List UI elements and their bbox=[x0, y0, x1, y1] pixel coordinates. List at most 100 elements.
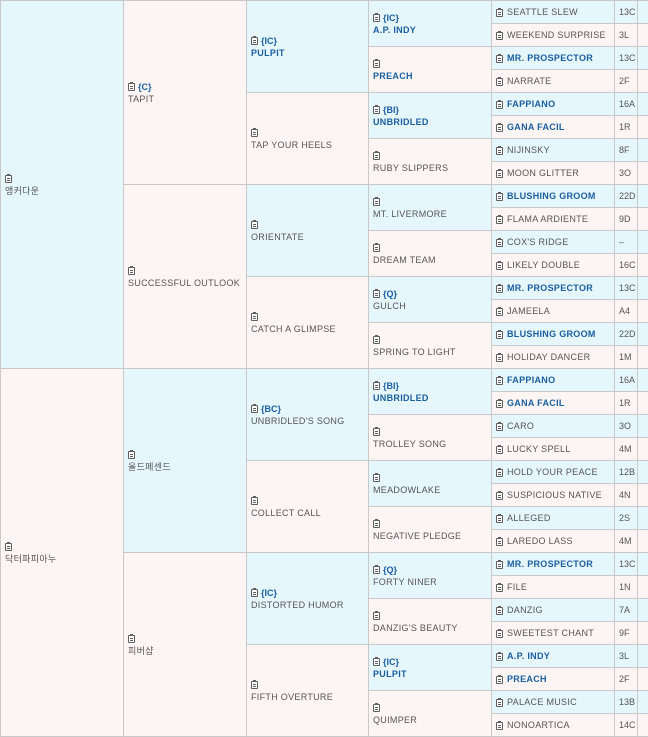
horse-name-link[interactable]: FORTY NINER bbox=[373, 576, 491, 588]
horse-name-link[interactable]: MR. PROSPECTOR bbox=[507, 283, 593, 293]
search-button[interactable] bbox=[638, 507, 648, 530]
horse-name-link[interactable]: TROLLEY SONG bbox=[373, 438, 491, 450]
search-button[interactable] bbox=[638, 668, 648, 691]
horse-name-link[interactable]: PALACE MUSIC bbox=[507, 697, 577, 707]
horse-name-link[interactable]: COX'S RIDGE bbox=[507, 237, 569, 247]
clipboard-icon[interactable] bbox=[251, 37, 258, 45]
horse-name-link[interactable]: LIKELY DOUBLE bbox=[507, 260, 580, 270]
horse-name-link[interactable]: HOLD YOUR PEACE bbox=[507, 467, 598, 477]
clipboard-icon[interactable] bbox=[496, 630, 503, 638]
clipboard-icon[interactable] bbox=[496, 170, 503, 178]
clipboard-icon[interactable] bbox=[373, 60, 380, 68]
search-button[interactable] bbox=[638, 1, 648, 24]
clipboard-icon[interactable] bbox=[496, 32, 503, 40]
search-button[interactable] bbox=[638, 484, 648, 507]
clipboard-icon[interactable] bbox=[496, 469, 503, 477]
clipboard-icon[interactable] bbox=[373, 658, 380, 666]
clipboard-icon[interactable] bbox=[496, 193, 503, 201]
horse-name-link[interactable]: SUCCESSFUL OUTLOOK bbox=[128, 277, 246, 289]
horse-name-link[interactable]: ALLEGED bbox=[507, 513, 551, 523]
search-button[interactable] bbox=[638, 691, 648, 714]
horse-name-link[interactable]: DISTORTED HUMOR bbox=[251, 599, 368, 611]
clipboard-icon[interactable] bbox=[373, 612, 380, 620]
clipboard-icon[interactable] bbox=[496, 538, 503, 546]
clipboard-icon[interactable] bbox=[496, 331, 503, 339]
clipboard-icon[interactable] bbox=[496, 124, 503, 132]
clipboard-icon[interactable] bbox=[373, 474, 380, 482]
horse-name-link[interactable]: DREAM TEAM bbox=[373, 254, 491, 266]
clipboard-icon[interactable] bbox=[128, 83, 135, 91]
clipboard-icon[interactable] bbox=[496, 561, 503, 569]
horse-name-link[interactable]: GULCH bbox=[373, 300, 491, 312]
search-button[interactable] bbox=[638, 553, 648, 576]
clipboard-icon[interactable] bbox=[496, 9, 503, 17]
clipboard-icon[interactable] bbox=[373, 704, 380, 712]
clipboard-icon[interactable] bbox=[496, 653, 503, 661]
clipboard-icon[interactable] bbox=[251, 221, 258, 229]
horse-name-link[interactable]: SPRING TO LIGHT bbox=[373, 346, 491, 358]
horse-name-link[interactable]: LUCKY SPELL bbox=[507, 444, 571, 454]
horse-name-link[interactable]: UNBRIDLED bbox=[373, 116, 491, 128]
search-button[interactable] bbox=[638, 277, 648, 300]
search-button[interactable] bbox=[638, 392, 648, 415]
horse-name-link[interactable]: JAMEELA bbox=[507, 306, 550, 316]
horse-name-link[interactable]: PULPIT bbox=[373, 668, 491, 680]
clipboard-icon[interactable] bbox=[373, 566, 380, 574]
search-button[interactable] bbox=[638, 346, 648, 369]
horse-name-link[interactable]: DANZIG bbox=[507, 605, 543, 615]
horse-name-link[interactable]: MEADOWLAKE bbox=[373, 484, 491, 496]
horse-name-link[interactable]: BLUSHING GROOM bbox=[507, 191, 596, 201]
clipboard-icon[interactable] bbox=[373, 244, 380, 252]
search-button[interactable] bbox=[638, 369, 648, 392]
search-button[interactable] bbox=[638, 185, 648, 208]
clipboard-icon[interactable] bbox=[496, 262, 503, 270]
horse-name-link[interactable]: PREACH bbox=[507, 674, 547, 684]
horse-name-link[interactable]: WEEKEND SURPRISE bbox=[507, 30, 606, 40]
horse-name-link[interactable]: MR. PROSPECTOR bbox=[507, 559, 593, 569]
horse-name-link[interactable]: FILE bbox=[507, 582, 527, 592]
horse-name-link[interactable]: 피버샵 bbox=[128, 645, 246, 657]
horse-name-link[interactable]: DANZIG'S BEAUTY bbox=[373, 622, 491, 634]
horse-name-link[interactable]: BLUSHING GROOM bbox=[507, 329, 596, 339]
clipboard-icon[interactable] bbox=[373, 106, 380, 114]
clipboard-icon[interactable] bbox=[496, 515, 503, 523]
clipboard-icon[interactable] bbox=[128, 451, 135, 459]
clipboard-icon[interactable] bbox=[373, 14, 380, 22]
search-button[interactable] bbox=[638, 323, 648, 346]
clipboard-icon[interactable] bbox=[496, 239, 503, 247]
search-button[interactable] bbox=[638, 599, 648, 622]
horse-name-link[interactable]: PULPIT bbox=[251, 47, 368, 59]
search-button[interactable] bbox=[638, 714, 648, 737]
horse-name-link[interactable]: MR. PROSPECTOR bbox=[507, 53, 593, 63]
search-button[interactable] bbox=[638, 208, 648, 231]
search-button[interactable] bbox=[638, 254, 648, 277]
clipboard-icon[interactable] bbox=[373, 336, 380, 344]
horse-name-link[interactable]: TAP YOUR HEELS bbox=[251, 139, 368, 151]
clipboard-icon[interactable] bbox=[496, 722, 503, 730]
clipboard-icon[interactable] bbox=[373, 198, 380, 206]
horse-name-link[interactable]: SWEETEST CHANT bbox=[507, 628, 594, 638]
search-button[interactable] bbox=[638, 116, 648, 139]
horse-name-link[interactable]: 앵커다운 bbox=[5, 185, 123, 197]
clipboard-icon[interactable] bbox=[496, 492, 503, 500]
clipboard-icon[interactable] bbox=[496, 607, 503, 615]
search-button[interactable] bbox=[638, 231, 648, 254]
horse-name-link[interactable]: SEATTLE SLEW bbox=[507, 7, 578, 17]
clipboard-icon[interactable] bbox=[373, 428, 380, 436]
search-button[interactable] bbox=[638, 47, 648, 70]
clipboard-icon[interactable] bbox=[251, 129, 258, 137]
horse-name-link[interactable]: SUSPICIOUS NATIVE bbox=[507, 490, 602, 500]
search-button[interactable] bbox=[638, 461, 648, 484]
horse-name-link[interactable]: MT. LIVERMORE bbox=[373, 208, 491, 220]
clipboard-icon[interactable] bbox=[251, 405, 258, 413]
clipboard-icon[interactable] bbox=[496, 354, 503, 362]
horse-name-link[interactable]: COLLECT CALL bbox=[251, 507, 368, 519]
clipboard-icon[interactable] bbox=[496, 446, 503, 454]
clipboard-icon[interactable] bbox=[251, 313, 258, 321]
search-button[interactable] bbox=[638, 576, 648, 599]
horse-name-link[interactable]: FAPPIANO bbox=[507, 375, 555, 385]
horse-name-link[interactable]: RUBY SLIPPERS bbox=[373, 162, 491, 174]
horse-name-link[interactable]: HOLIDAY DANCER bbox=[507, 352, 590, 362]
search-button[interactable] bbox=[638, 24, 648, 47]
clipboard-icon[interactable] bbox=[496, 308, 503, 316]
